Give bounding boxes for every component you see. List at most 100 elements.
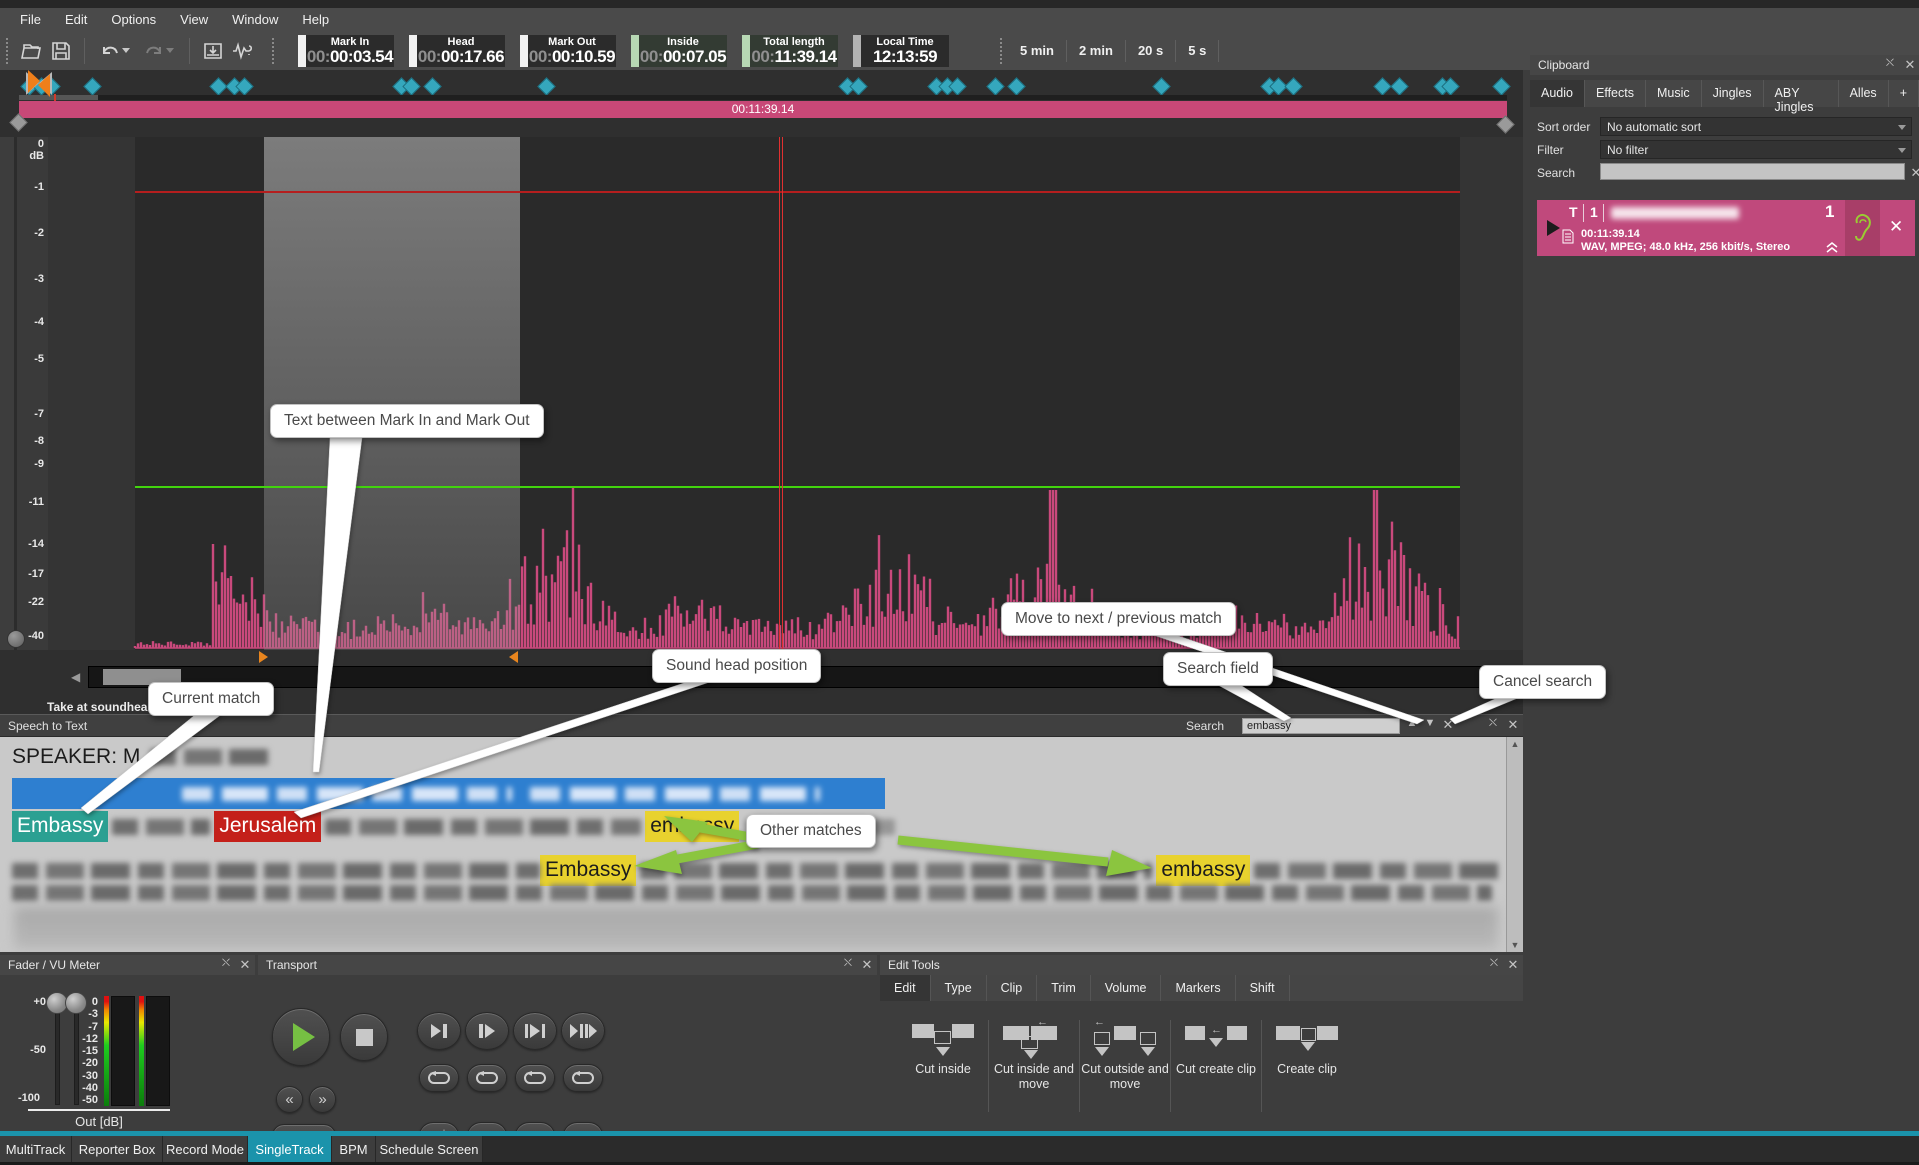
forward-button[interactable]: » — [309, 1086, 336, 1113]
clipboard-tab-alles[interactable]: Alles — [1839, 80, 1889, 107]
item-close-icon[interactable]: ✕ — [1889, 217, 1903, 237]
collapse-chevrons-icon[interactable] — [1825, 242, 1839, 254]
close-icon[interactable]: ✕ — [1902, 57, 1918, 73]
edit-tab-edit[interactable]: Edit — [880, 975, 931, 1001]
other-match-word[interactable]: embassy — [645, 811, 739, 842]
clear-search-icon[interactable]: ✕ — [1908, 165, 1919, 181]
mark-out-flag[interactable] — [509, 651, 518, 663]
edit-tab-shift[interactable]: Shift — [1236, 975, 1290, 1001]
filter-select[interactable]: No filter — [1600, 140, 1912, 159]
other-match-word[interactable]: embassy — [1156, 855, 1250, 886]
tool-cut-outside-move[interactable]: ← Cut outside and move — [1081, 1022, 1169, 1092]
cancel-search-button[interactable]: ✕ — [1440, 717, 1456, 733]
clipboard-tab-effects[interactable]: Effects — [1585, 80, 1646, 107]
pin-icon[interactable]: ⛌ — [1486, 957, 1502, 970]
tab-multitrack[interactable]: MultiTrack — [0, 1136, 72, 1162]
tool-create-clip[interactable]: Create clip — [1263, 1022, 1351, 1077]
close-icon[interactable]: ✕ — [1505, 957, 1521, 973]
other-match-word[interactable]: Embassy — [540, 855, 636, 886]
zoom-preset-button[interactable]: 5 s — [1178, 39, 1216, 62]
menu-item-window[interactable]: Window — [222, 9, 288, 30]
next-match-button[interactable]: ▼ — [1422, 717, 1438, 729]
mark-in-out-selection[interactable] — [264, 137, 520, 650]
stop-button[interactable] — [340, 1013, 388, 1061]
toolbar-drag-handle[interactable] — [1000, 38, 1004, 64]
overview-progress-bar[interactable]: 00:11:39.14 — [19, 101, 1507, 118]
pin-icon[interactable]: ⛌ — [1882, 57, 1898, 70]
close-icon[interactable]: ✕ — [1505, 717, 1521, 733]
clipboard-search-input[interactable] — [1600, 163, 1905, 180]
ear-prelisten-icon[interactable] — [1853, 213, 1873, 243]
play-to-mark-in-button[interactable] — [417, 1012, 461, 1050]
tab-schedule-screen[interactable]: Schedule Screen — [376, 1136, 483, 1162]
soundhead-word[interactable]: Jerusalem — [214, 811, 321, 842]
clipboard-item[interactable]: T 1 1 00:11:39.14 WAV, MPEG; 48.0 kHz, 2… — [1537, 200, 1915, 256]
pin-icon[interactable]: ⛌ — [218, 957, 234, 970]
undo-dropdown-arrow[interactable] — [122, 48, 130, 53]
soundhead-overview-marker[interactable] — [24, 68, 54, 98]
clipboard-tab-aby-jingles[interactable]: ABY Jingles — [1764, 80, 1839, 107]
close-icon[interactable]: ✕ — [237, 957, 253, 973]
loop-button-2[interactable] — [467, 1064, 507, 1092]
speech-scrollbar[interactable]: ▲ ▼ — [1506, 737, 1523, 952]
toolbar-drag-handle[interactable] — [272, 38, 276, 64]
clipboard-tab-jingles[interactable]: Jingles — [1702, 80, 1764, 107]
scroll-down-arrow[interactable]: ▼ — [1507, 940, 1523, 950]
tab-bpm[interactable]: BPM — [332, 1136, 376, 1162]
speech-search-input[interactable] — [1242, 718, 1400, 734]
close-icon[interactable]: ✕ — [859, 957, 875, 973]
tool-cut-inside[interactable]: Cut inside — [899, 1022, 987, 1077]
prelisten-column[interactable] — [1845, 200, 1880, 256]
tab-reporter-box[interactable]: Reporter Box — [72, 1136, 163, 1162]
audio-analysis-button[interactable] — [228, 37, 258, 65]
mark-in-flag[interactable] — [259, 651, 268, 663]
undo-button[interactable] — [93, 37, 137, 65]
play-icon[interactable] — [1547, 220, 1560, 236]
play-from-mark-out-button[interactable] — [465, 1012, 509, 1050]
save-button[interactable] — [46, 37, 76, 65]
clipboard-tab-add[interactable]: + — [1889, 80, 1919, 107]
zoom-preset-button[interactable]: 20 s — [1128, 39, 1173, 62]
tab-singletrack[interactable]: SingleTrack — [248, 1136, 332, 1162]
menu-item-file[interactable]: File — [10, 9, 51, 30]
play-selection-button[interactable] — [513, 1012, 557, 1050]
redo-button[interactable] — [137, 37, 181, 65]
menu-item-options[interactable]: Options — [101, 9, 166, 30]
import-button[interactable] — [198, 37, 228, 65]
level-knob[interactable] — [7, 630, 25, 648]
edit-tab-markers[interactable]: Markers — [1161, 975, 1235, 1001]
edit-tab-volume[interactable]: Volume — [1091, 975, 1162, 1001]
take-at-soundhead-label[interactable]: Take at soundhead: — [47, 700, 159, 714]
menu-item-view[interactable]: View — [170, 9, 218, 30]
zoom-preset-button[interactable]: 2 min — [1069, 39, 1123, 62]
open-file-button[interactable] — [16, 37, 46, 65]
scroll-up-arrow[interactable]: ▲ — [1507, 739, 1523, 749]
edit-tools-tabs: Edit Type Clip Trim Volume Markers Shift — [880, 975, 1523, 1001]
scroll-left-arrow[interactable]: ◀ — [71, 670, 80, 684]
tool-cut-create-clip[interactable]: ← Cut create clip — [1172, 1022, 1260, 1077]
pin-icon[interactable]: ⛌ — [1485, 717, 1501, 730]
zoom-preset-button[interactable]: 5 min — [1010, 39, 1064, 62]
menu-item-edit[interactable]: Edit — [55, 9, 97, 30]
loop-button-4[interactable] — [563, 1064, 603, 1092]
tool-cut-inside-move[interactable]: ← Cut inside and move — [990, 1022, 1078, 1092]
current-match-word[interactable]: Embassy — [12, 811, 108, 842]
toolbar-drag-handle[interactable] — [6, 38, 10, 64]
tab-record-mode[interactable]: Record Mode — [163, 1136, 248, 1162]
timeline-zoom-strip[interactable] — [19, 95, 1507, 100]
clipboard-tab-music[interactable]: Music — [1646, 80, 1702, 107]
edit-tab-clip[interactable]: Clip — [987, 975, 1038, 1001]
pin-icon[interactable]: ⛌ — [840, 957, 856, 970]
menu-item-help[interactable]: Help — [292, 9, 339, 30]
clipboard-tab-audio[interactable]: Audio — [1530, 80, 1585, 107]
loop-button-1[interactable] — [419, 1064, 459, 1092]
previous-match-button[interactable]: ▲ — [1404, 717, 1420, 729]
fader-track[interactable] — [55, 1002, 60, 1105]
edit-tab-trim[interactable]: Trim — [1037, 975, 1091, 1001]
loop-button-3[interactable] — [515, 1064, 555, 1092]
play-button[interactable] — [272, 1008, 330, 1066]
edit-tab-type[interactable]: Type — [931, 975, 987, 1001]
rewind-button[interactable]: « — [276, 1086, 303, 1113]
sort-order-select[interactable]: No automatic sort — [1600, 117, 1912, 136]
play-around-cut-button[interactable] — [561, 1012, 605, 1050]
